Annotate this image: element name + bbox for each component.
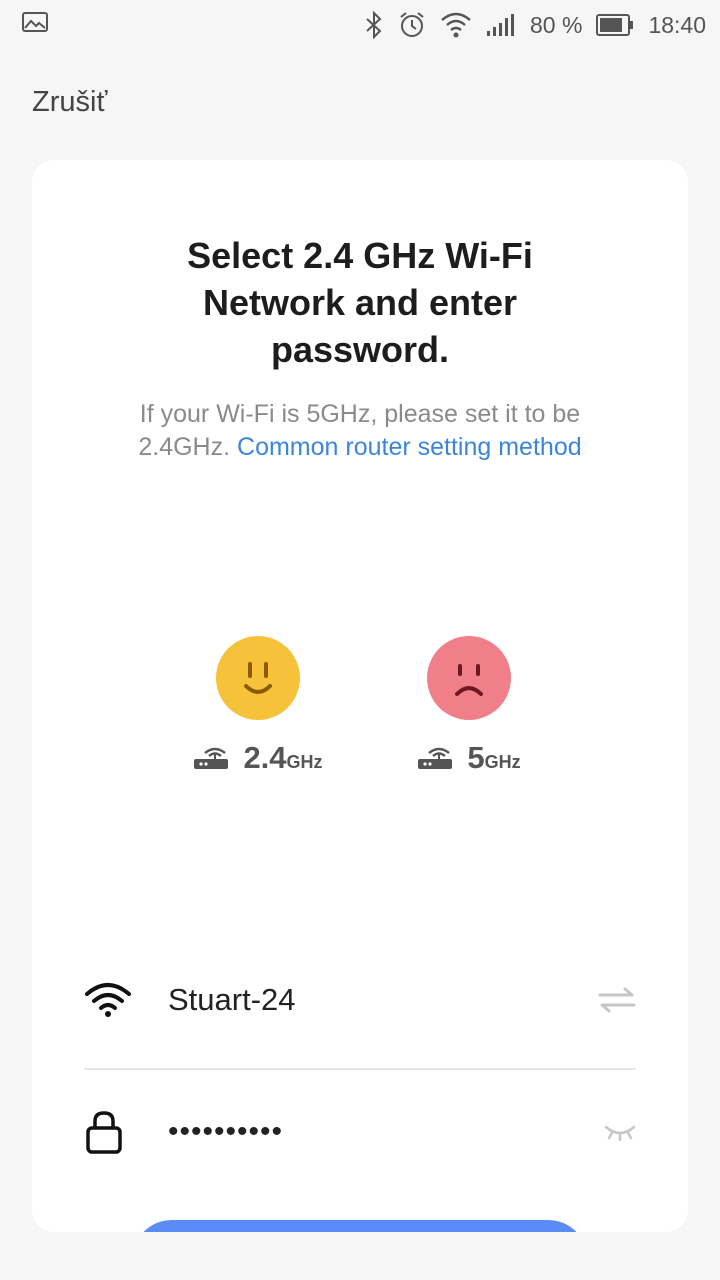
lock-icon	[84, 1110, 144, 1154]
battery-percent: 80 %	[530, 11, 583, 38]
band-value: 5	[467, 740, 485, 775]
band-comparison: 2.4 GHz 5 GHz	[32, 636, 688, 786]
band-value: 2.4	[243, 740, 287, 775]
smile-icon	[216, 636, 300, 720]
wifi-icon	[440, 11, 472, 39]
band-5ghz: 5 GHz	[359, 636, 579, 776]
divider	[84, 1068, 636, 1070]
battery-icon	[596, 14, 634, 36]
password-field[interactable]: ••••••••••	[168, 1115, 592, 1149]
next-button[interactable]	[132, 1220, 588, 1232]
cancel-button[interactable]: Zrušiť	[32, 86, 107, 119]
wifi-setup-card: Select 2.4 GHz Wi-Fi Network and enter p…	[32, 160, 688, 1232]
wifi-network-row[interactable]: Stuart-24	[84, 950, 636, 1050]
router-icon	[417, 741, 453, 776]
switch-network-icon[interactable]	[592, 987, 636, 1013]
bluetooth-icon	[364, 11, 384, 39]
page-title: Select 2.4 GHz Wi-Fi Network and enter p…	[187, 235, 533, 370]
band-label-5: 5 GHz	[359, 740, 579, 776]
band-label-24: 2.4 GHz	[148, 740, 368, 776]
subtitle: If your Wi-Fi is 5GHz, please set it to …	[32, 398, 688, 464]
band-24ghz: 2.4 GHz	[148, 636, 368, 776]
alarm-icon	[398, 11, 426, 39]
signal-icon	[486, 13, 516, 37]
frown-icon	[427, 636, 511, 720]
band-unit: GHz	[286, 752, 323, 772]
wifi-icon	[84, 982, 144, 1018]
router-icon	[193, 741, 229, 776]
band-unit: GHz	[484, 752, 521, 772]
clock-time: 18:40	[648, 11, 706, 38]
status-bar: 80 % 18:40	[0, 0, 720, 50]
wifi-password-row[interactable]: ••••••••••	[84, 1082, 636, 1182]
router-settings-link[interactable]: Common router setting method	[237, 433, 582, 461]
wifi-ssid: Stuart-24	[168, 982, 296, 1017]
image-icon	[22, 11, 48, 39]
show-password-icon[interactable]	[592, 1123, 636, 1141]
